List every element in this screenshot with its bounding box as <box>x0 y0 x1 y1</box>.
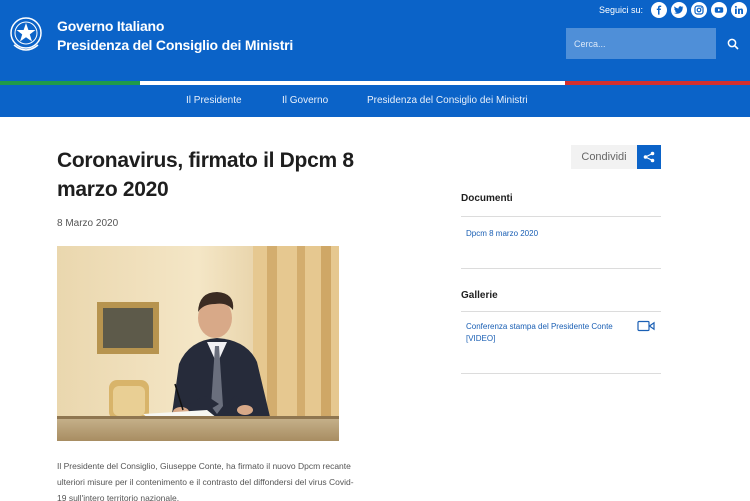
nav-item-presidenza[interactable]: Presidenza del Consiglio dei Ministri <box>367 95 528 106</box>
search-button[interactable] <box>716 28 749 59</box>
facebook-icon[interactable] <box>651 2 667 18</box>
article-title: Coronavirus, firmato il Dpcm 8 marzo 202… <box>57 149 354 201</box>
follow-label: Seguici su: <box>599 5 644 15</box>
video-camera-icon[interactable] <box>637 320 655 332</box>
article-photo <box>57 246 339 441</box>
nav-item-il-presidente[interactable]: Il Presidente <box>186 95 242 106</box>
twitter-icon[interactable] <box>671 2 687 18</box>
youtube-icon[interactable] <box>711 2 727 18</box>
brand-title[interactable]: Governo Italiano <box>57 18 164 34</box>
article-date: 8 Marzo 2020 <box>57 218 119 229</box>
instagram-icon[interactable] <box>691 2 707 18</box>
article-caption: Il Presidente del Consiglio, Giuseppe Co… <box>57 461 354 501</box>
search-box <box>566 28 716 59</box>
document-link[interactable]: Dpcm 8 marzo 2020 <box>466 228 636 240</box>
galleries-heading: Gallerie <box>461 290 498 301</box>
share-button[interactable]: Condividi <box>571 145 637 169</box>
divider <box>461 216 661 217</box>
share-icon <box>643 151 655 163</box>
main-nav: Il Presidente Il Governo Presidenza del … <box>0 85 750 117</box>
search-input[interactable] <box>566 28 716 59</box>
documents-heading: Documenti <box>461 193 513 204</box>
share-icon-button[interactable] <box>637 145 661 169</box>
search-icon <box>727 38 739 50</box>
republic-emblem-icon[interactable] <box>8 15 44 55</box>
brand-subtitle[interactable]: Presidenza del Consiglio dei Ministri <box>57 37 293 53</box>
divider <box>461 268 661 269</box>
divider <box>461 373 661 374</box>
linkedin-icon[interactable] <box>731 2 747 18</box>
gallery-link[interactable]: Conferenza stampa del Presidente Conte [… <box>466 321 616 345</box>
nav-item-il-governo[interactable]: Il Governo <box>282 95 328 106</box>
divider <box>461 311 661 312</box>
site-header: Governo Italiano Presidenza del Consigli… <box>0 0 750 81</box>
